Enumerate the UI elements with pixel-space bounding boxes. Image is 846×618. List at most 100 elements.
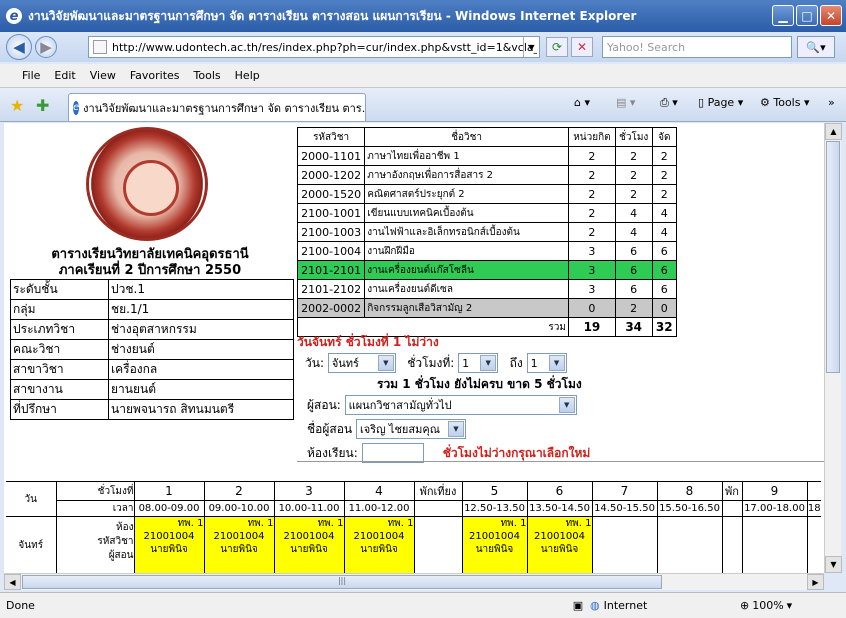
class-info-table: ระดับชั้น ปวช.1 กลุ่ม ชย.1/1 ประเภทวิชา ช่างอ… — [10, 279, 294, 420]
slot-empty[interactable] — [741, 516, 808, 573]
chevron-more-icon[interactable]: » — [828, 96, 835, 109]
subject-code: 2101-2102 — [296, 279, 366, 299]
vertical-scrollbar[interactable]: ▲ ▼ — [824, 123, 842, 573]
subject-row[interactable]: 2002-0002 กิจกรรมลูกเสือวิสามัญ 2020 — [296, 298, 678, 318]
chevron-down-icon: ▼ — [548, 355, 565, 371]
home-icon[interactable]: ⌂ ▾ — [574, 96, 590, 109]
menu-tools[interactable]: Tools — [194, 69, 221, 82]
chevron-down-icon: ▼ — [447, 421, 464, 437]
subject-row[interactable]: 2000-1101 ภาษาไทยเพื่ออาชีพ 1222 — [296, 146, 678, 166]
slot-cell[interactable]: ทพ. 1 21001004 นายพินิจ — [273, 516, 345, 573]
menu-view[interactable]: View — [90, 69, 116, 82]
refresh-button[interactable]: ⟳ — [546, 37, 568, 57]
subject-row[interactable]: 2100-1004 งานฝึกฝีมือ 3 6 6 — [296, 241, 678, 261]
window-title: งานวิจัยพัฒนาและมาตรฐานการศึกษา จัด ตารา… — [28, 8, 637, 23]
ie-logo-icon: e — [6, 8, 22, 24]
warning-message: ชั่วโมงไม่ว่างกรุณาเลือกใหม่ — [442, 445, 591, 460]
teacher-name-label: ชื่อผู้สอน — [307, 421, 353, 436]
subject-code: 2000-1520 — [296, 184, 366, 204]
info-value: ช่างยนต์ — [108, 339, 294, 360]
menu-file[interactable]: File — [22, 69, 40, 82]
search-button[interactable]: 🔍▾ — [797, 36, 835, 58]
menu-help[interactable]: Help — [235, 69, 260, 82]
department-select[interactable]: แผนกวิชาสามัญทั่วไป ▼ — [344, 395, 577, 415]
back-button[interactable]: ◀ — [6, 34, 32, 60]
info-value: ช่างอุตสาหกรรม — [108, 319, 294, 340]
slot-cell[interactable]: ทพ. 1 21001004 นายพินิจ — [461, 516, 528, 573]
zoom-control[interactable]: ⊕ 100% ▾ — [740, 599, 792, 612]
time-7: 14.50-15.50 — [591, 500, 658, 517]
add-favorite-icon[interactable]: ✚ — [36, 96, 49, 115]
time-9: 17.00-18.00 — [741, 500, 808, 517]
info-row: สาขางาน ยานยนต์ — [10, 379, 294, 400]
address-toolbar: ◀ ▶ http://www.udontech.ac.th/res/index.… — [0, 32, 846, 62]
subject-row[interactable]: 2101-2102 งานเครื่องยนต์ดีเซล 3 6 6 — [296, 279, 678, 299]
subject-credit: 2 — [567, 146, 616, 166]
info-key: ที่ปรึกษา — [10, 399, 109, 420]
title-bar: e งานวิจัยพัฒนาและมาตรฐานการศึกษา จัด ตา… — [0, 0, 846, 32]
subject-hours: 4 — [614, 203, 653, 223]
forward-button[interactable]: ▶ — [35, 36, 57, 58]
horizontal-scroll-thumb[interactable]: ||| — [22, 575, 662, 589]
status-bar: Done ▣ ◍ Internet ⊕ 100% ▾ — [0, 592, 846, 618]
timetable-heading: ตารางเรียนวิทยาลัยเทคนิคอุดรธานี ภาคเรีย… — [10, 247, 290, 279]
tools-menu[interactable]: ⚙ Tools ▾ — [760, 96, 810, 109]
address-dropdown-icon[interactable]: ▼ — [523, 37, 539, 57]
search-input[interactable]: Yahoo! Search — [602, 36, 792, 58]
schedule-table: วัน ชั่วโมงที่ 1 2 3 4 พักเที่ยง 5 6 7 8… — [6, 481, 821, 573]
maximize-button[interactable]: □ — [796, 5, 818, 26]
subject-name: งานไฟฟ้าและอิเล็กทรอนิกส์เบื้องต้น — [364, 222, 569, 242]
browser-tab[interactable]: e งานวิจัยพัฒนาและมาตรฐานการศึกษา จัด ตา… — [68, 93, 366, 121]
info-row: ที่ปรึกษา นายพจนารถ สิทนมนตรี — [10, 399, 294, 420]
day-select[interactable]: จันทร์ ▼ — [327, 353, 396, 373]
feeds-icon[interactable]: ▤ ▾ — [616, 96, 635, 109]
period-end-select[interactable]: 1 ▼ — [526, 353, 567, 373]
period-select[interactable]: 1 ▼ — [458, 353, 499, 373]
scroll-up-icon[interactable]: ▲ — [825, 123, 842, 140]
print-icon[interactable]: ⎙ ▾ — [660, 96, 678, 110]
menu-edit[interactable]: Edit — [54, 69, 75, 82]
slot-empty[interactable] — [591, 516, 658, 573]
minimize-button[interactable]: ▁ — [772, 5, 794, 26]
scroll-right-icon[interactable]: ▶ — [807, 574, 824, 590]
scroll-down-icon[interactable]: ▼ — [825, 556, 842, 573]
period-6: 6 — [526, 481, 593, 501]
hours-summary: รวม 1 ชั่วโมง ยังไม่ครบ ขาด 5 ชั่วโมง — [377, 377, 582, 391]
subject-assigned: 2 — [651, 184, 678, 204]
subject-row[interactable]: 2000-1520 คณิตศาสตร์ประยุกต์ 2222 — [296, 184, 678, 204]
slot-cell[interactable]: ทพ. 1 21001004 นายพินิจ — [526, 516, 593, 573]
subject-credit: 3 — [567, 260, 616, 280]
col-assigned: จัด — [651, 127, 678, 147]
teacher-select[interactable]: เจริญ ไชยสมคุณ ▼ — [355, 419, 466, 439]
slot-cell[interactable]: ทพ. 1 21001004 นายพินิจ — [203, 516, 275, 573]
subject-credit: 2 — [567, 203, 616, 223]
close-button[interactable]: ✕ — [820, 5, 842, 26]
zone-indicator: ◍ Internet — [590, 599, 648, 612]
menu-favorites[interactable]: Favorites — [130, 69, 180, 82]
period-1: 1 — [133, 481, 205, 501]
address-bar[interactable]: http://www.udontech.ac.th/res/index.php?… — [88, 36, 540, 58]
slot-empty[interactable] — [806, 516, 821, 573]
slot-empty[interactable] — [656, 516, 723, 573]
time-2: 09.00-10.00 — [203, 500, 275, 517]
slot-cell[interactable]: ทพ. 1 21001004 นายพินิจ — [343, 516, 415, 573]
subject-row[interactable]: 2000-1202 ภาษาอังกฤษเพื่อการสื่อสาร 2222 — [296, 165, 678, 185]
time-1: 08.00-09.00 — [133, 500, 205, 517]
page-menu[interactable]: ▯ Page ▾ — [698, 96, 743, 109]
subject-row[interactable]: 2100-1001 เขียนแบบเทคนิคเบื้องต้น 2 4 4 — [296, 203, 678, 223]
col-code: รหัสวิชา — [296, 127, 366, 147]
horizontal-scrollbar[interactable]: ◀ ||| ▶ — [4, 573, 824, 590]
scroll-left-icon[interactable]: ◀ — [4, 574, 21, 590]
address-url: http://www.udontech.ac.th/res/index.php?… — [112, 40, 537, 54]
stop-button[interactable]: ✕ — [571, 37, 593, 57]
subject-row[interactable]: 2100-1003 งานไฟฟ้าและอิเล็กทรอนิกส์เบื้อง… — [296, 222, 678, 242]
favorites-star-icon[interactable]: ★ — [10, 96, 24, 115]
vertical-scroll-thumb[interactable] — [826, 141, 840, 373]
slot-cell[interactable]: ทพ. 1 21001004 นายพินิจ — [133, 516, 205, 573]
subject-name: ภาษาไทยเพื่ออาชีพ 1 — [364, 146, 569, 166]
tab-row: ★ ✚ e งานวิจัยพัฒนาและมาตรฐานการศึกษา จั… — [0, 88, 846, 122]
subject-row[interactable]: 2101-2101 งานเครื่องยนต์แก๊สโซลีน 3 6 6 — [296, 260, 678, 280]
room-input[interactable] — [361, 443, 424, 463]
tab-label: งานวิจัยพัฒนาและมาตรฐานการศึกษา จัด ตารา… — [83, 101, 366, 115]
assign-form: วันจันทร์ ชั่วโมงที่ 1 ไม่ว่าง วัน: จันท… — [297, 333, 677, 465]
